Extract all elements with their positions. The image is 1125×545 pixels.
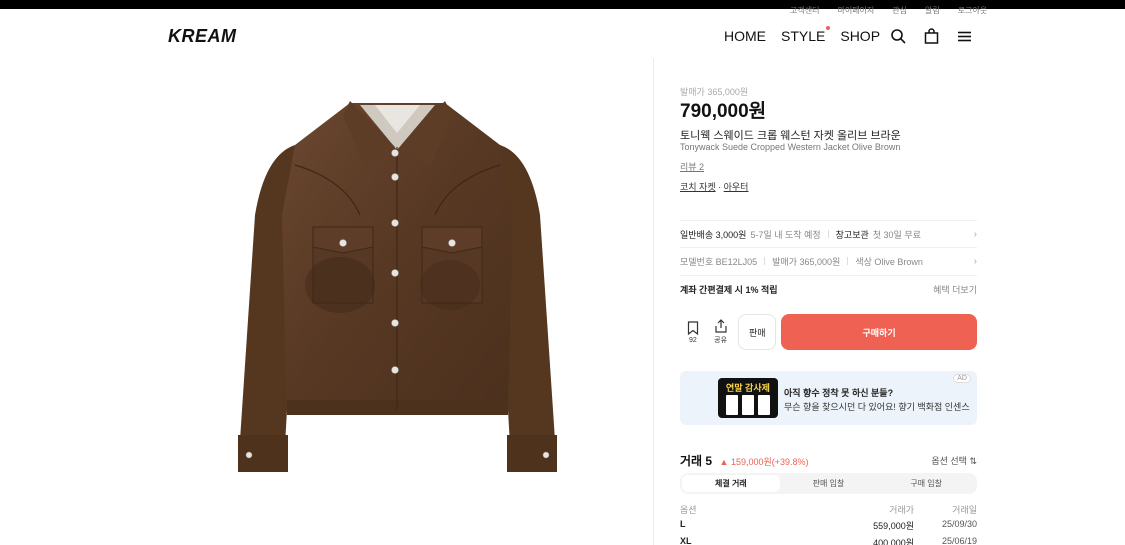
nav-shop[interactable]: SHOP xyxy=(840,28,880,44)
share-icon xyxy=(708,319,734,333)
util-link-mypage[interactable]: 마이페이지 xyxy=(837,6,874,16)
spec-release-price: 발매가 365,000원 xyxy=(772,256,841,267)
product-name-ko: 토니웩 스웨이드 크롭 웨스턴 자켓 올리브 브라운 xyxy=(680,130,901,142)
tab-buy-bids[interactable]: 구매 입찰 xyxy=(877,475,975,492)
row-divider xyxy=(847,257,849,265)
product-image[interactable] xyxy=(235,95,560,480)
trade-title: 거래 5 xyxy=(680,454,713,468)
chevron-right-icon: › xyxy=(973,256,977,267)
shipping-label: 일반배송 3,000원 xyxy=(680,229,747,240)
util-link-customer-center[interactable]: 고객센터 xyxy=(790,6,819,16)
ad-badge: AD xyxy=(953,374,971,383)
option-select-button[interactable]: 옵션 선택 ⇅ xyxy=(931,454,977,467)
trade-tabs: 체결 거래 판매 입찰 구매 입찰 xyxy=(680,473,977,494)
ad-thumbnail: 연말 감사제 xyxy=(718,378,778,418)
share-button[interactable]: 공유 xyxy=(708,319,734,345)
main-nav: HOME STYLE SHOP xyxy=(724,26,880,44)
warehouse-label: 창고보관 xyxy=(835,229,869,240)
bookmark-icon xyxy=(680,320,706,335)
util-link-logout[interactable]: 로그아웃 xyxy=(958,6,987,16)
row-divider xyxy=(827,230,829,238)
perfume-bottle-icon xyxy=(758,395,770,415)
wish-count: 92 xyxy=(688,336,697,344)
nav-style-label: STYLE xyxy=(781,28,826,44)
benefit-text: 계좌 간편결제 시 1% 적립 xyxy=(680,284,778,295)
spec-color: 색상 Olive Brown xyxy=(855,256,923,267)
row-option: L xyxy=(680,519,686,529)
chevron-right-icon: › xyxy=(973,229,977,240)
utility-links: 고객센터 마이페이지 관심 알림 로그아웃 xyxy=(790,6,987,16)
util-link-notifications[interactable]: 알림 xyxy=(925,6,940,16)
product-name-en: Tonywack Suede Cropped Western Jacket Ol… xyxy=(680,142,901,152)
shipping-row[interactable]: 일반배송 3,000원 5-7일 내 도착 예정 창고보관 첫 30일 무료 › xyxy=(680,220,977,247)
row-date: 25/06/19 xyxy=(941,536,977,545)
row-divider xyxy=(764,257,766,265)
row-price: 559,000원 xyxy=(873,521,914,531)
wish-button[interactable]: 92 xyxy=(680,320,706,344)
ad-subline: 무슨 향을 찾으시던 다 있어요! 향기 백화점 인센스 xyxy=(784,402,970,412)
search-icon[interactable] xyxy=(890,28,907,45)
new-dot-icon xyxy=(826,26,831,30)
product-price: 790,000원 xyxy=(680,101,767,122)
category-breadcrumb: 코치 자켓 · 아우터 xyxy=(680,180,748,193)
benefit-more-link[interactable]: 혜택 더보기 xyxy=(933,283,977,296)
category-separator: · xyxy=(715,182,724,192)
trade-header: 거래 5 ▲ 159,000원(+39.8%) 옵션 선택 ⇅ xyxy=(680,452,977,468)
share-label: 공유 xyxy=(714,337,728,344)
perfume-bottle-icon xyxy=(726,395,738,415)
ad-headline: 아직 향수 정착 못 하신 분들? xyxy=(784,388,894,398)
shipping-eta: 5-7일 내 도착 예정 xyxy=(750,229,821,240)
nav-home[interactable]: HOME xyxy=(724,28,766,44)
ad-banner[interactable]: AD 연말 감사제 아직 향수 정착 못 하신 분들? 무슨 향을 찾으시던 다… xyxy=(680,371,977,425)
tab-sell-bids[interactable]: 판매 입찰 xyxy=(780,475,878,492)
nav-style[interactable]: STYLE xyxy=(781,26,831,44)
column-divider xyxy=(653,58,654,545)
logo[interactable]: KREAM xyxy=(168,26,237,47)
category-coach-jacket[interactable]: 코치 자켓 xyxy=(680,182,716,192)
bag-icon[interactable] xyxy=(923,28,940,45)
column-option: 옵션 xyxy=(680,505,697,515)
spec-row[interactable]: 모델번호 BE12LJ05 발매가 365,000원 색상 Olive Brow… xyxy=(680,247,977,274)
category-outer[interactable]: 아우터 xyxy=(724,182,749,192)
review-link[interactable]: 리뷰 2 xyxy=(680,160,704,173)
menu-icon[interactable] xyxy=(956,28,973,45)
buy-button[interactable]: 구매하기 xyxy=(781,314,978,350)
warehouse-text: 첫 30일 무료 xyxy=(872,229,921,240)
model-number: 모델번호 BE12LJ05 xyxy=(680,256,758,267)
row-date: 25/09/30 xyxy=(941,519,977,529)
tab-completed-trades[interactable]: 체결 거래 xyxy=(682,475,780,492)
header-icons xyxy=(890,28,973,45)
sell-button[interactable]: 판매 xyxy=(738,314,777,350)
trade-price-change: ▲ 159,000원(+39.8%) xyxy=(719,457,809,467)
util-link-wishlist[interactable]: 관심 xyxy=(892,6,907,16)
column-date: 거래일 xyxy=(952,505,977,515)
benefit-row: 계좌 간편결제 시 1% 적립 혜택 더보기 xyxy=(680,275,977,302)
column-price: 거래가 xyxy=(889,505,914,515)
ad-thumb-title: 연말 감사제 xyxy=(726,383,770,393)
row-price: 400,000원 xyxy=(873,538,914,545)
purchase-actions: 92 공유 판매 구매하기 xyxy=(680,314,978,350)
row-option: XL xyxy=(680,536,692,545)
perfume-bottle-icon xyxy=(742,395,754,415)
